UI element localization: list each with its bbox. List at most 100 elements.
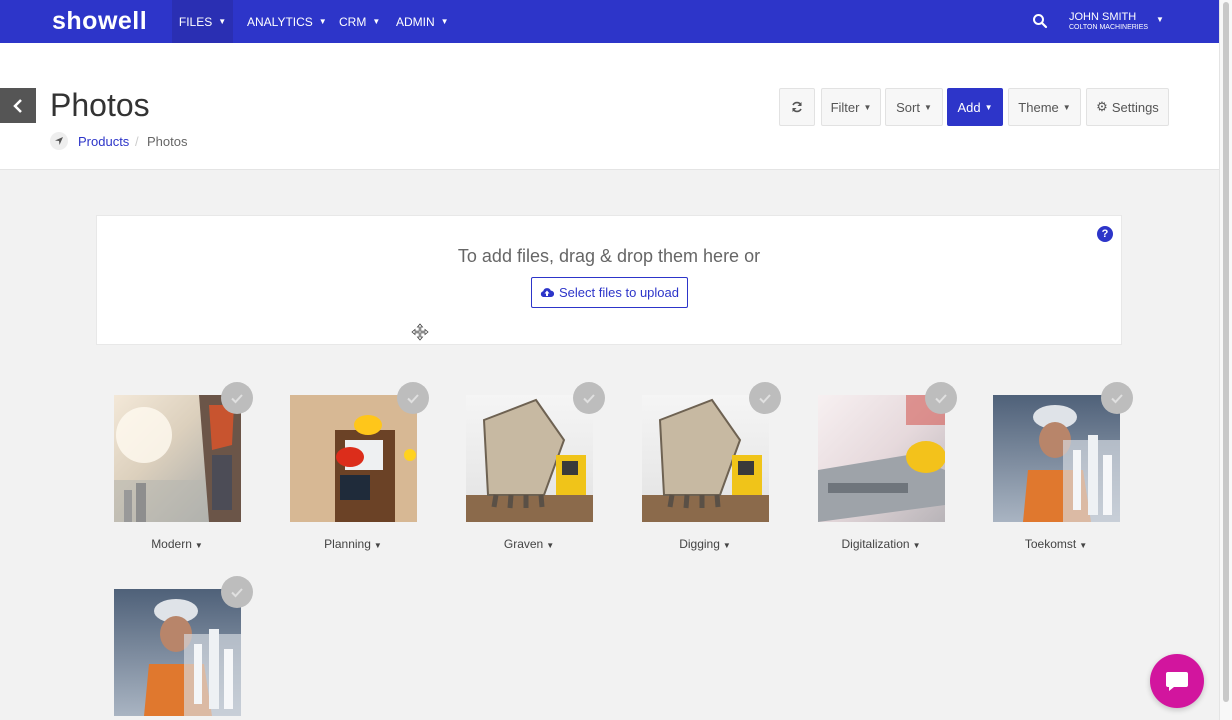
nav-files[interactable]: FILES ▼ [172, 0, 233, 43]
caret-down-icon: ▼ [912, 541, 921, 550]
chat-icon [1166, 672, 1188, 691]
nav-admin[interactable]: ADMIN ▼ [396, 0, 449, 43]
filter-button[interactable]: Filter ▼ [821, 88, 881, 126]
select-check-modern[interactable] [221, 382, 253, 414]
sort-button[interactable]: Sort ▼ [885, 88, 943, 126]
breadcrumb-separator: / [135, 134, 139, 149]
caret-down-icon: ▼ [546, 541, 555, 550]
caret-down-icon: ▼ [372, 17, 381, 26]
photo-item-7-image [144, 599, 241, 716]
user-company: COLTON MACHINERIES [1069, 24, 1149, 31]
chevron-left-icon [13, 98, 22, 113]
caret-down-icon: ▼ [984, 102, 993, 112]
refresh-icon [792, 101, 802, 113]
user-menu[interactable]: JOHN SMITH COLTON MACHINERIES [1069, 11, 1148, 33]
caption-graven[interactable]: Graven ▼ [459, 537, 599, 551]
filter-label: Filter [830, 99, 860, 115]
photo-digitalization[interactable] [818, 395, 945, 522]
caption-toekomst-label: Toekomst [1024, 537, 1077, 551]
caption-digging[interactable]: Digging ▼ [635, 537, 775, 551]
caption-modern-label: Modern [151, 537, 192, 551]
add-label: Add [957, 99, 981, 115]
page-title: Photos [50, 87, 150, 123]
caret-down-icon: ▼ [1079, 541, 1088, 550]
caption-toekomst[interactable]: Toekomst ▼ [986, 537, 1126, 551]
nav-crm-label: CRM [339, 14, 367, 29]
showell-logo[interactable]: showell [52, 7, 147, 36]
select-files-button[interactable]: Select files to upload [531, 277, 688, 308]
caption-planning-label: Planning [324, 537, 371, 551]
check-icon [759, 393, 771, 403]
photo-item-7[interactable] [114, 589, 241, 716]
refresh-button[interactable] [779, 88, 815, 126]
caption-graven-label: Graven [503, 537, 544, 551]
upload-prompt: To add files, drag & drop them here or [457, 246, 761, 266]
caption-digitalization-label: Digitalization [841, 537, 910, 551]
photo-digitalization-image [818, 395, 945, 522]
chat-button[interactable] [1150, 654, 1204, 708]
caption-modern[interactable]: Modern ▼ [107, 537, 247, 551]
photo-digging-image [642, 398, 769, 522]
check-icon [231, 587, 243, 597]
back-button[interactable] [0, 88, 36, 123]
select-check-item-7[interactable] [221, 576, 253, 608]
check-icon [935, 393, 947, 403]
caption-planning[interactable]: Planning ▼ [283, 537, 423, 551]
check-icon [583, 393, 595, 403]
navigation-arrow-icon [50, 132, 68, 150]
add-button[interactable]: Add ▼ [947, 88, 1003, 126]
caret-down-icon: ▼ [722, 541, 731, 550]
photo-planning-image [290, 395, 417, 522]
photo-planning[interactable] [290, 395, 417, 522]
caret-down-icon: ▼ [373, 541, 382, 550]
photo-digging[interactable] [642, 395, 769, 522]
photo-modern-image [114, 395, 241, 522]
nav-analytics[interactable]: ANALYTICS ▼ [247, 0, 327, 43]
breadcrumb-current: Photos [147, 134, 188, 149]
select-check-digging[interactable] [749, 382, 781, 414]
move-cursor-icon [411, 323, 429, 341]
select-check-graven[interactable] [573, 382, 605, 414]
theme-label: Theme [1018, 99, 1059, 115]
search-icon[interactable] [1032, 13, 1048, 29]
select-check-toekomst[interactable] [1101, 382, 1133, 414]
check-icon [1111, 393, 1123, 403]
caret-down-icon: ▼ [923, 102, 932, 112]
nav-files-label: FILES [178, 14, 213, 29]
check-icon [231, 393, 243, 403]
caret-down-icon: ▼ [863, 102, 872, 112]
sort-label: Sort [896, 99, 920, 115]
photo-graven[interactable] [466, 395, 593, 522]
caption-digitalization[interactable]: Digitalization ▼ [811, 537, 951, 551]
vertical-scrollbar[interactable] [1219, 0, 1232, 720]
caret-down-icon: ▼ [194, 541, 203, 550]
user-caret-down-icon[interactable]: ▼ [1156, 15, 1164, 24]
page-header: Photos Products / Photos Filter ▼ Sort ▼ A… [0, 43, 1219, 170]
theme-button[interactable]: Theme ▼ [1008, 88, 1081, 126]
user-name: JOHN SMITH [1069, 11, 1137, 23]
scrollbar-thumb[interactable] [1223, 2, 1229, 702]
nav-admin-label: ADMIN [396, 14, 435, 29]
select-files-label: Select files to upload [559, 285, 679, 300]
select-check-planning[interactable] [397, 382, 429, 414]
caret-down-icon: ▼ [440, 17, 449, 26]
breadcrumb-products[interactable]: Products [78, 134, 129, 149]
check-icon [407, 393, 419, 403]
caret-down-icon: ▼ [1062, 102, 1071, 112]
nav-analytics-label: ANALYTICS [247, 14, 313, 29]
top-navbar: showell FILES ▼ ANALYTICS ▼ CRM ▼ ADMIN ▼ JO… [0, 0, 1219, 43]
cloud-upload-icon [540, 288, 555, 297]
settings-label: Settings [1111, 99, 1159, 115]
photo-toekomst-image [1023, 405, 1120, 522]
caret-down-icon: ▼ [218, 17, 227, 26]
nav-crm[interactable]: CRM ▼ [339, 0, 380, 43]
caption-digging-label: Digging [679, 537, 720, 551]
settings-button[interactable]: ⚙ Settings [1086, 88, 1169, 126]
photo-graven-image [466, 398, 593, 522]
photo-toekomst[interactable] [993, 395, 1120, 522]
photo-modern[interactable] [114, 395, 241, 522]
gear-icon: ⚙ [1096, 99, 1108, 114]
select-check-digitalization[interactable] [925, 382, 957, 414]
question-icon[interactable]: ? [1097, 226, 1113, 242]
caret-down-icon: ▼ [318, 17, 327, 26]
